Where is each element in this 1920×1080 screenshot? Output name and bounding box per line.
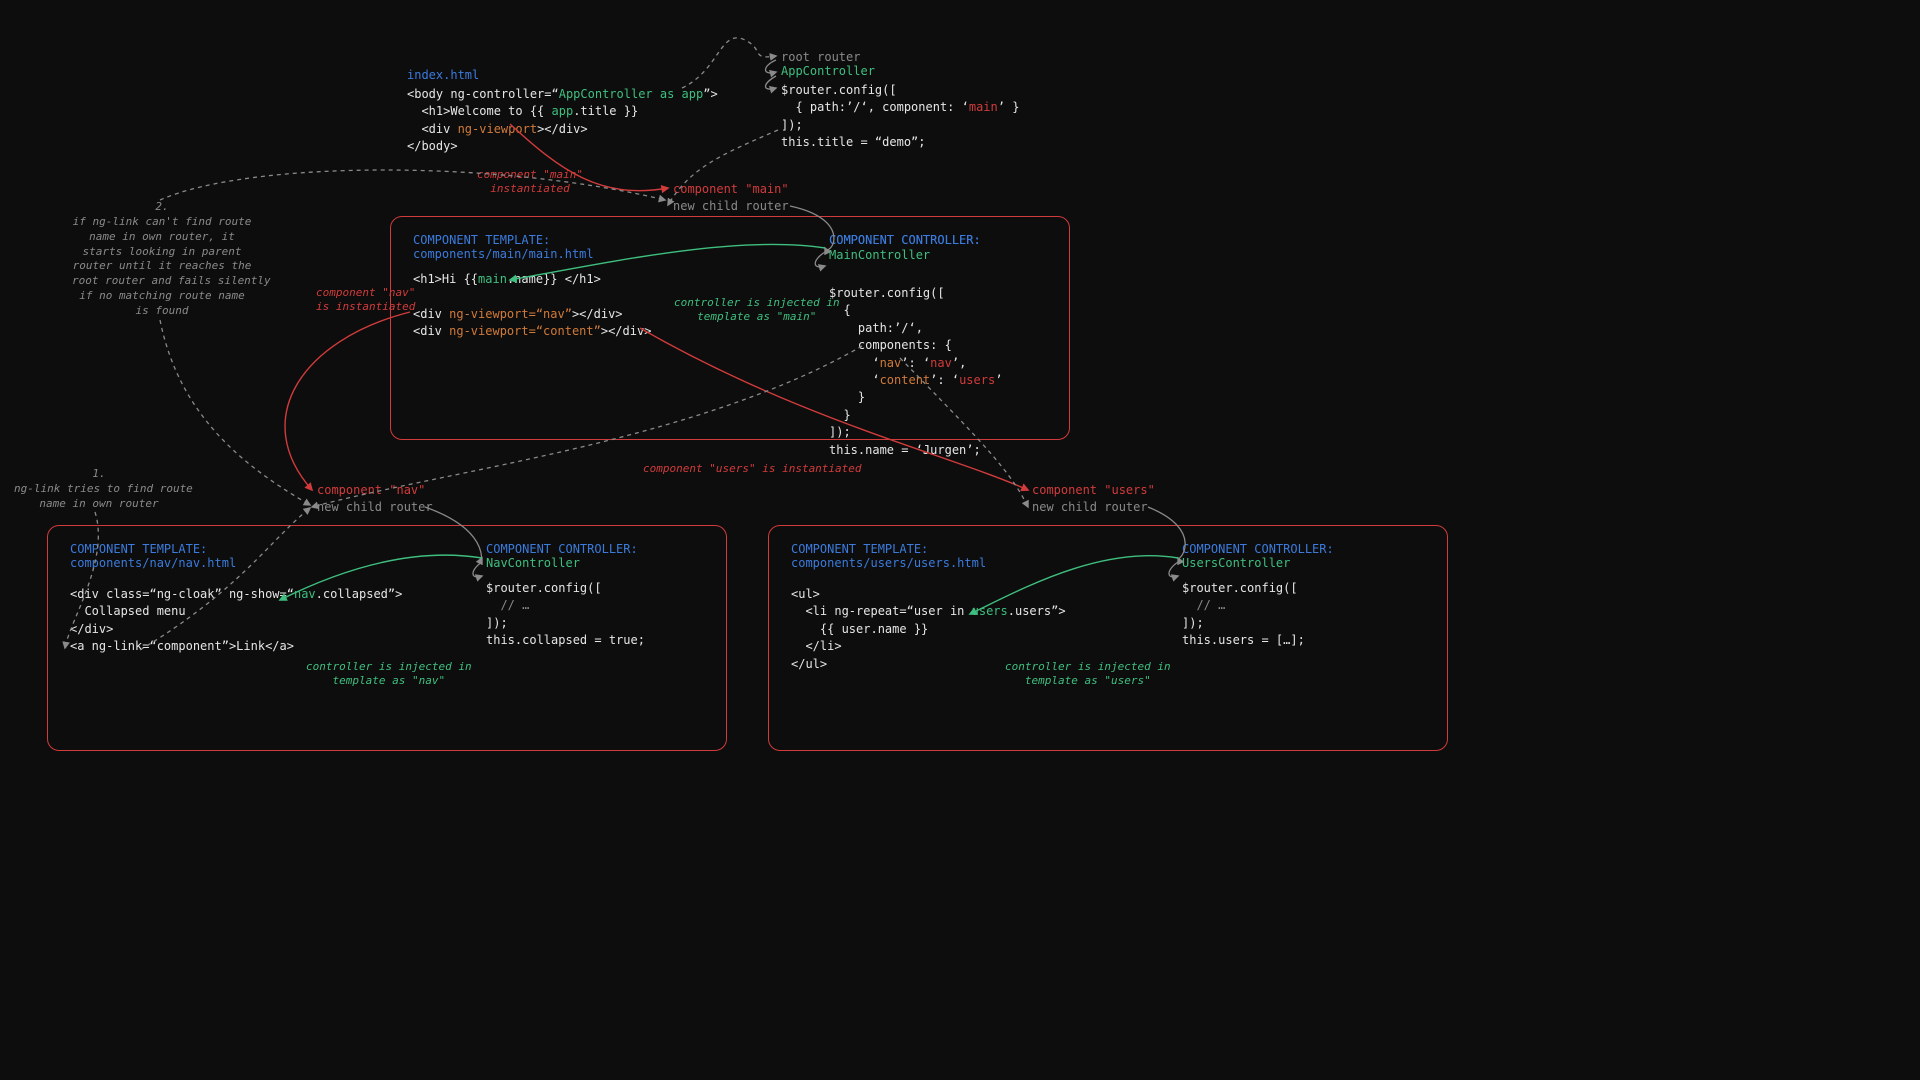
app-controller-label: AppController <box>781 64 1061 78</box>
index-html-code: <body ng-controller=“AppController as ap… <box>407 86 717 156</box>
label-ctrl-injected-users: controller is injected in template as "u… <box>1005 660 1171 689</box>
label-new-child-router-nav: new child router <box>317 500 433 514</box>
main-template-section: COMPONENT TEMPLATE: components/main/main… <box>413 233 651 341</box>
main-controller-section: COMPONENT CONTROLLER: COMPONENT CONTROLL… <box>829 233 1002 459</box>
nav-controller-section: COMPONENT CONTROLLER: NavController $rou… <box>486 542 645 650</box>
nav-template-section: COMPONENT TEMPLATE: components/nav/nav.h… <box>70 542 402 656</box>
nav-template-code: <div class=“ng-cloak” ng-show=“nav.colla… <box>70 586 402 656</box>
label-new-child-router-users: new child router <box>1032 500 1148 514</box>
label-component-users-instantiated: component "users" is instantiated <box>643 462 862 476</box>
diagram-canvas: index.html <body ng-controller=“AppContr… <box>0 0 1536 864</box>
index-html-title: index.html <box>407 68 717 82</box>
box-nav: COMPONENT TEMPLATE: components/nav/nav.h… <box>47 525 727 751</box>
users-controller-section: COMPONENT CONTROLLER: UsersController $r… <box>1182 542 1334 650</box>
nav-controller-code: $router.config([ // … ]); this.collapsed… <box>486 580 645 650</box>
note-1: 1. ng-link tries to find route name in o… <box>14 467 184 512</box>
label-new-child-router-main: new child router <box>673 199 789 213</box>
note-2: 2. if ng-link can't find route name in o… <box>72 200 252 319</box>
box-users: COMPONENT TEMPLATE: components/users/use… <box>768 525 1448 751</box>
main-template-code: <h1>Hi {{main.name}} </h1> <div ng-viewp… <box>413 271 651 341</box>
label-ctrl-injected-nav: controller is injected in template as "n… <box>306 660 472 689</box>
index-html-block: index.html <body ng-controller=“AppContr… <box>407 68 717 156</box>
label-component-main: component "main" <box>673 182 789 196</box>
label-component-users: component "users" <box>1032 483 1155 497</box>
root-router-block: root router AppController $router.config… <box>781 50 1061 152</box>
root-router-code: $router.config([ { path:’/‘, component: … <box>781 82 1061 152</box>
main-template-heading: COMPONENT TEMPLATE: components/main/main… <box>413 233 651 261</box>
root-router-label: root router <box>781 50 1061 64</box>
main-controller-code: $router.config([ { path:’/‘, components:… <box>829 285 1002 459</box>
users-template-heading: COMPONENT TEMPLATE: components/users/use… <box>791 542 1066 570</box>
label-component-nav: component "nav" <box>317 483 425 497</box>
nav-template-heading: COMPONENT TEMPLATE: components/nav/nav.h… <box>70 542 402 570</box>
label-component-main-instantiated: component "main" instantiated <box>477 168 583 197</box>
users-template-section: COMPONENT TEMPLATE: components/users/use… <box>791 542 1066 673</box>
users-controller-code: $router.config([ // … ]); this.users = [… <box>1182 580 1334 650</box>
box-main: COMPONENT TEMPLATE: components/main/main… <box>390 216 1070 440</box>
